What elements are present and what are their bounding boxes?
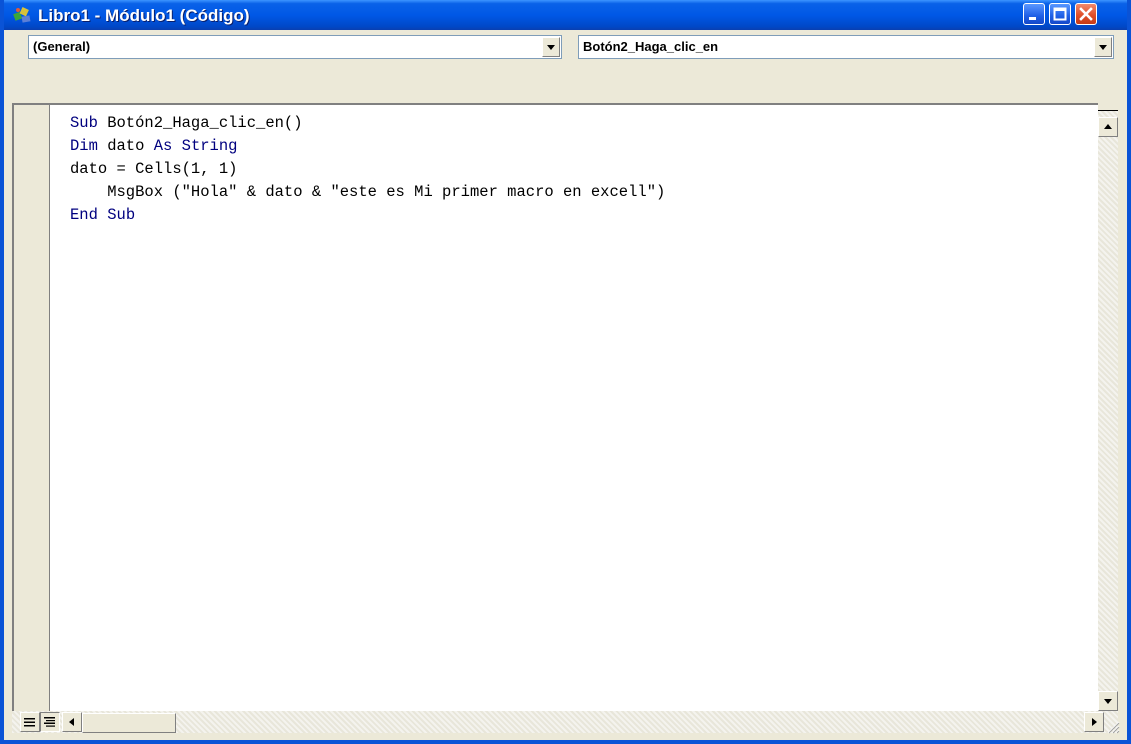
- minimize-button[interactable]: [1023, 3, 1045, 25]
- vba-module-icon: [13, 7, 31, 23]
- scroll-down-button[interactable]: [1098, 691, 1118, 711]
- scroll-left-button[interactable]: [62, 712, 82, 732]
- scroll-up-button[interactable]: [1098, 117, 1118, 137]
- code-token: MsgBox ("Hola" & dato & "este es Mi prim…: [70, 183, 666, 201]
- code-keyword: Sub: [70, 114, 98, 132]
- procedure-view-icon: [24, 718, 35, 727]
- margin-indicator-bar[interactable]: [12, 103, 50, 711]
- code-line[interactable]: Dim dato As String: [70, 135, 665, 158]
- code-keyword: End: [70, 206, 98, 224]
- horizontal-scroll-thumb[interactable]: [82, 713, 176, 733]
- code-line[interactable]: Sub Botón2_Haga_clic_en(): [70, 112, 665, 135]
- code-line[interactable]: dato = Cells(1, 1): [70, 158, 665, 181]
- code-keyword: Dim: [70, 137, 98, 155]
- full-module-view-icon: [44, 717, 55, 727]
- code-token: Botón2_Haga_clic_en(): [97, 114, 303, 132]
- minimize-icon: [1029, 17, 1036, 20]
- maximize-button[interactable]: [1049, 3, 1071, 25]
- procedure-selector[interactable]: Botón2_Haga_clic_en: [578, 35, 1114, 59]
- close-button[interactable]: [1075, 3, 1097, 25]
- code-token: dato = Cells(1, 1): [70, 160, 238, 178]
- split-bar[interactable]: [1098, 103, 1118, 111]
- chevron-down-icon[interactable]: [542, 37, 560, 57]
- full-module-view-button[interactable]: [40, 712, 60, 732]
- code-keyword: Sub: [107, 206, 136, 224]
- code-line[interactable]: End Sub: [70, 204, 665, 227]
- procedure-selector-value: Botón2_Haga_clic_en: [583, 39, 719, 54]
- code-token: dato: [97, 137, 154, 155]
- code-keyword: String: [181, 137, 238, 155]
- chevron-down-icon[interactable]: [1094, 37, 1112, 57]
- horizontal-scrollbar[interactable]: [12, 711, 1118, 733]
- code-line[interactable]: MsgBox ("Hola" & dato & "este es Mi prim…: [70, 181, 665, 204]
- resize-grip-icon[interactable]: [1104, 718, 1120, 734]
- vertical-scrollbar[interactable]: [1098, 103, 1118, 711]
- code-keyword: As: [153, 137, 173, 155]
- procedure-view-button[interactable]: [20, 712, 40, 732]
- window-title: Libro1 - Módulo1 (Código): [38, 6, 250, 25]
- close-icon: [1079, 7, 1093, 21]
- title-bar[interactable]: Libro1 - Módulo1 (Código): [4, 0, 1127, 30]
- scroll-right-button[interactable]: [1084, 712, 1104, 732]
- maximize-icon: [1053, 7, 1067, 21]
- object-selector-value: (General): [33, 39, 91, 54]
- object-selector[interactable]: (General): [28, 35, 562, 59]
- code-text[interactable]: Sub Botón2_Haga_clic_en() Dim dato As Str…: [70, 112, 665, 227]
